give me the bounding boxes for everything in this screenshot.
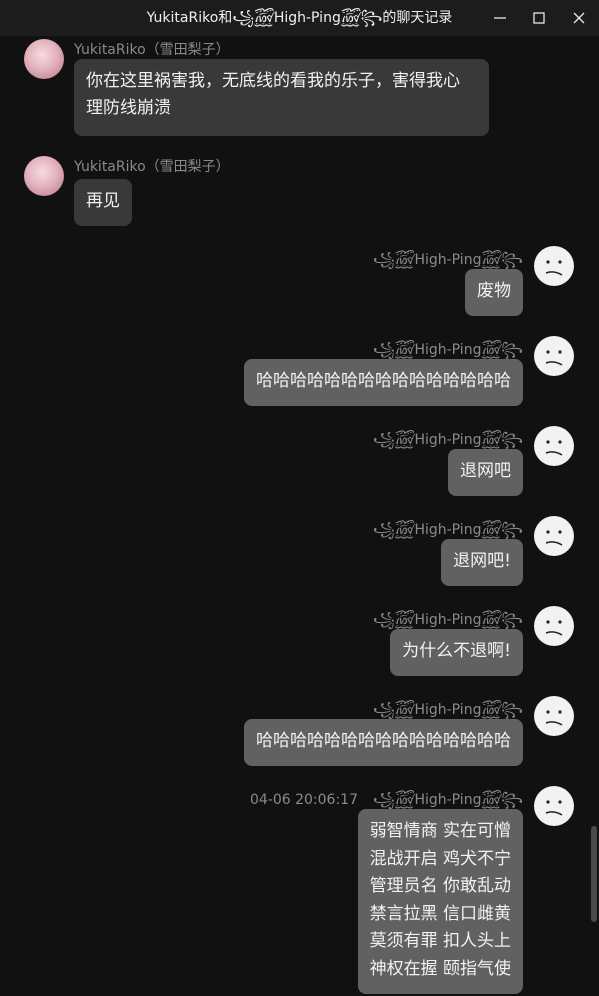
message-bubble[interactable]: 为什么不退啊! xyxy=(390,629,523,676)
message-line: 哈哈哈哈哈哈哈哈哈哈哈哈哈哈哈 xyxy=(256,731,511,751)
minimize-button[interactable] xyxy=(480,0,520,36)
message-line: 为什么不退啊! xyxy=(402,641,511,661)
sender-name: YukitaRiko（雪田梨子） xyxy=(74,42,230,58)
neutral-face-icon xyxy=(535,697,573,735)
title-bar: YukitaRiko和꧁꫞High-Ping꫞꧂的聊天记录 xyxy=(0,0,599,36)
close-button[interactable] xyxy=(559,0,599,36)
message-bubble[interactable]: 你在这里祸害我，无底线的看我的乐子，害得我心 理防线崩溃 xyxy=(74,59,489,136)
scrollbar-thumb[interactable] xyxy=(591,826,597,922)
message-line: 废物 xyxy=(477,281,511,301)
avatar[interactable] xyxy=(534,336,574,376)
chat-history-window: YukitaRiko和꧁꫞High-Ping꫞꧂的聊天记录 YukitaRiko… xyxy=(0,0,599,996)
message-line: 莫须有罪 扣人头上 xyxy=(369,931,511,951)
neutral-face-icon xyxy=(535,337,573,375)
avatar[interactable] xyxy=(534,426,574,466)
message-timestamp: 04-06 20:06:17 xyxy=(249,792,358,808)
message-bubble[interactable]: 哈哈哈哈哈哈哈哈哈哈哈哈哈哈哈 xyxy=(244,359,523,406)
message-line: 再见 xyxy=(86,191,120,211)
message-line: 弱智情商 实在可憎 xyxy=(369,821,511,841)
avatar[interactable] xyxy=(24,39,64,79)
message-bubble[interactable]: 哈哈哈哈哈哈哈哈哈哈哈哈哈哈哈 xyxy=(244,719,523,766)
sender-name: ꧁꫞High-Ping꫞꧂ xyxy=(372,792,523,808)
message-bubble[interactable]: 再见 xyxy=(74,179,132,226)
neutral-face-icon xyxy=(535,517,573,555)
avatar[interactable] xyxy=(534,786,574,826)
message-line: 退网吧 xyxy=(460,461,511,481)
message-line: 哈哈哈哈哈哈哈哈哈哈哈哈哈哈哈 xyxy=(256,371,511,391)
neutral-face-icon xyxy=(535,427,573,465)
neutral-face-icon xyxy=(535,787,573,825)
message-bubble[interactable]: 弱智情商 实在可憎 混战开启 鸡犬不宁 管理员名 你敢乱动 禁言拉黑 信口雌黄 … xyxy=(357,809,523,994)
sender-name: YukitaRiko（雪田梨子） xyxy=(74,159,230,175)
message-line: 理防线崩溃 xyxy=(86,98,171,118)
message-line: 混战开启 鸡犬不宁 xyxy=(369,848,511,869)
message-bubble[interactable]: 退网吧 xyxy=(448,449,523,496)
avatar[interactable] xyxy=(534,516,574,556)
message-bubble[interactable]: 退网吧! xyxy=(441,539,523,586)
avatar[interactable] xyxy=(534,696,574,736)
message-line: 禁言拉黑 信口雌黄 xyxy=(369,903,511,924)
message-bubble[interactable]: 废物 xyxy=(465,269,523,316)
message-line: 你在这里祸害我，无底线的看我的乐子，害得我心 xyxy=(86,71,460,91)
minimize-icon xyxy=(494,17,506,19)
avatar[interactable] xyxy=(24,156,64,196)
message-line: 退网吧! xyxy=(453,551,511,571)
close-icon xyxy=(573,12,585,24)
message-line: 管理员名 你敢乱动 xyxy=(369,876,511,896)
neutral-face-icon xyxy=(535,607,573,645)
maximize-button[interactable] xyxy=(519,0,559,36)
message-line: 神权在握 颐指气使 xyxy=(369,958,511,979)
neutral-face-icon xyxy=(535,247,573,285)
avatar[interactable] xyxy=(534,246,574,286)
maximize-icon xyxy=(533,12,545,24)
avatar[interactable] xyxy=(534,606,574,646)
